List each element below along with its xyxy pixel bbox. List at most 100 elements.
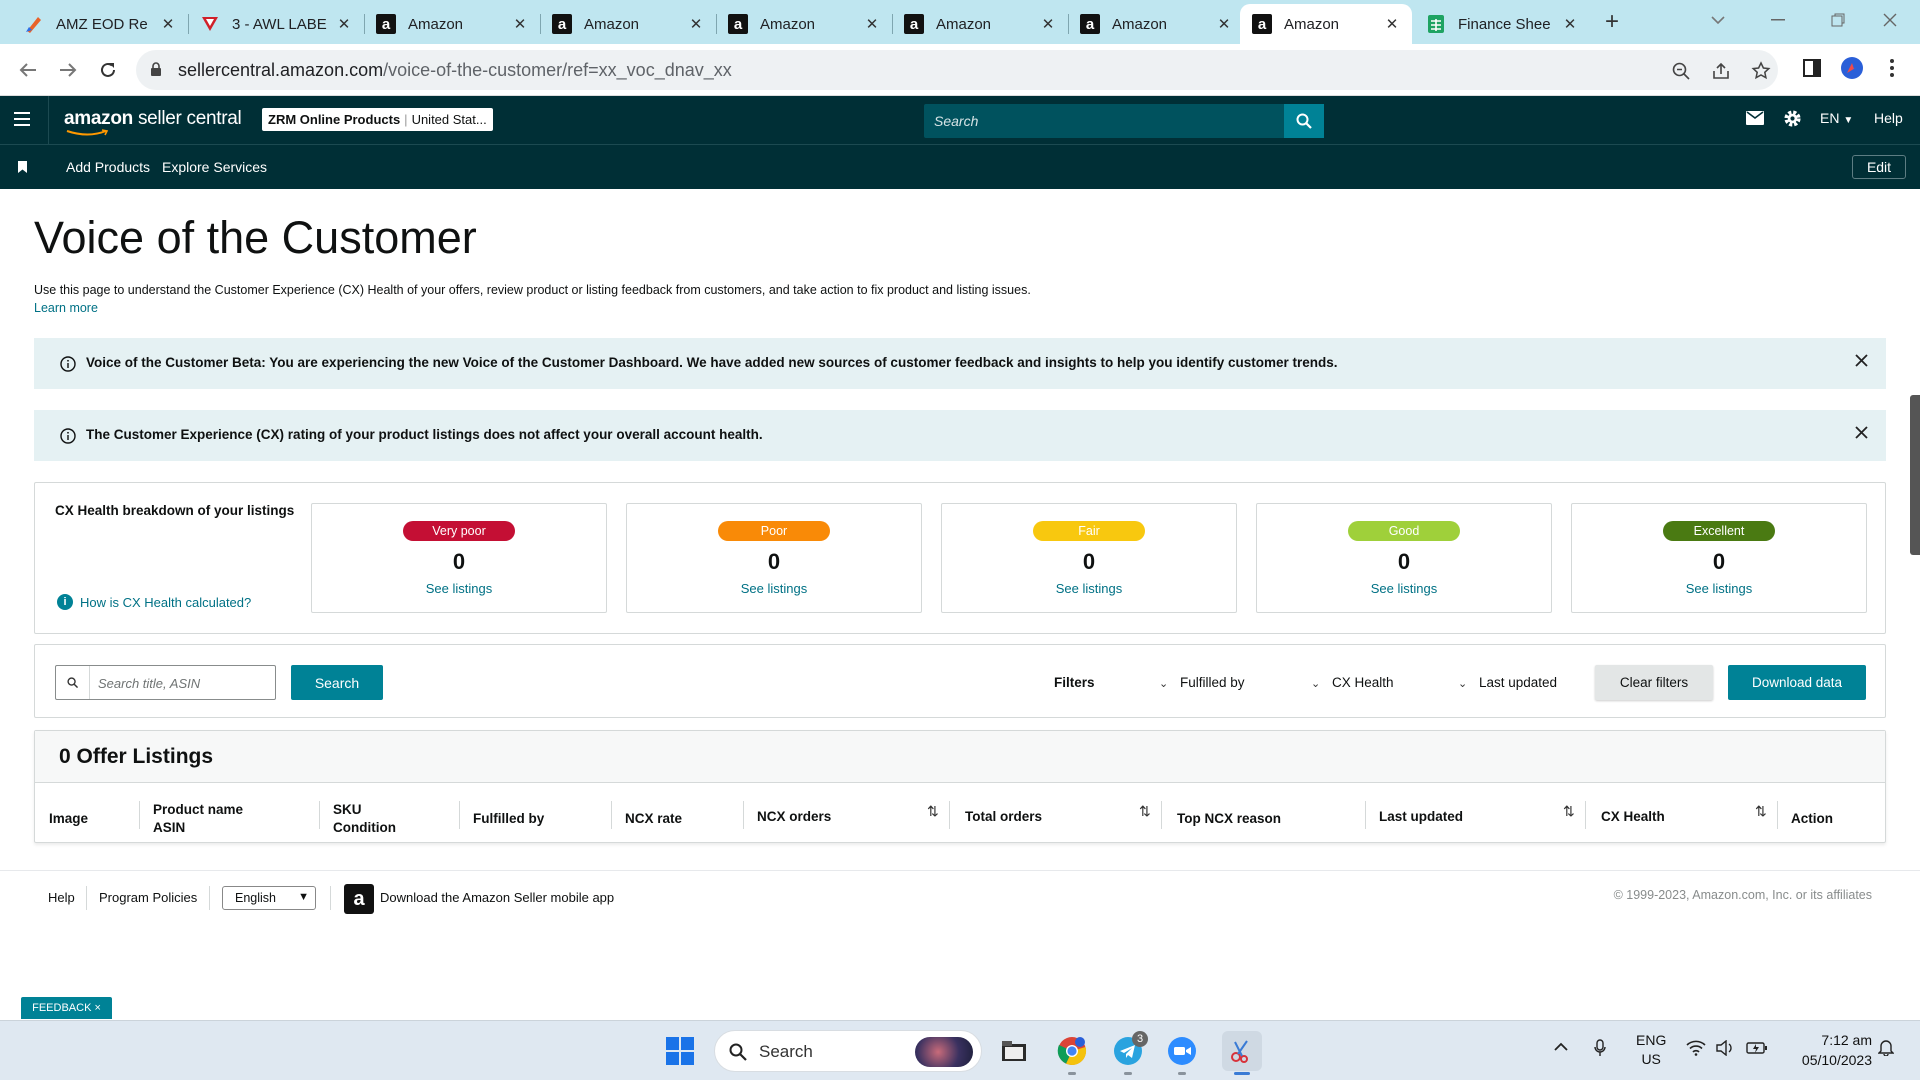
snipping-tool-icon[interactable] bbox=[1222, 1031, 1262, 1071]
see-listings-link[interactable]: See listings bbox=[1257, 581, 1551, 596]
browser-tab[interactable]: a Amazon ✕ bbox=[1068, 4, 1244, 44]
input-language[interactable]: ENG US bbox=[1636, 1031, 1666, 1069]
chevron-down-icon[interactable]: ⌄ bbox=[1458, 677, 1467, 690]
close-tab-icon[interactable]: ✕ bbox=[1216, 16, 1232, 33]
edit-nav-button[interactable]: Edit bbox=[1852, 155, 1906, 179]
nav-add-products[interactable]: Add Products bbox=[66, 159, 150, 175]
mail-icon[interactable] bbox=[1746, 111, 1764, 125]
browser-menu-icon[interactable] bbox=[1880, 56, 1904, 80]
see-listings-link[interactable]: See listings bbox=[627, 581, 921, 596]
see-listings-link[interactable]: See listings bbox=[1572, 581, 1866, 596]
sort-icon[interactable]: ⇅ bbox=[1755, 803, 1767, 820]
restore-icon[interactable] bbox=[1808, 0, 1868, 40]
tray-overflow-icon[interactable] bbox=[1554, 1042, 1568, 1052]
col-last-updated[interactable]: Last updated bbox=[1379, 808, 1463, 826]
cx-rating-info-banner: The Customer Experience (CX) rating of y… bbox=[34, 410, 1886, 461]
close-tab-icon[interactable]: ✕ bbox=[1562, 16, 1578, 33]
browser-tab[interactable]: a Amazon ✕ bbox=[716, 4, 893, 44]
browser-tab[interactable]: a Amazon ✕ bbox=[364, 4, 541, 44]
close-tab-icon[interactable]: ✕ bbox=[1040, 16, 1056, 33]
settings-gear-icon[interactable] bbox=[1783, 109, 1802, 128]
file-explorer-icon[interactable] bbox=[998, 1035, 1030, 1067]
nav-explore-services[interactable]: Explore Services bbox=[162, 159, 267, 175]
search-button[interactable]: Search bbox=[291, 665, 383, 700]
filter-cx-health[interactable]: CX Health bbox=[1332, 675, 1394, 690]
zoom-app-icon[interactable] bbox=[1166, 1035, 1198, 1067]
browser-tab[interactable]: a Amazon ✕ bbox=[540, 4, 717, 44]
col-fulfilled-by[interactable]: Fulfilled by bbox=[473, 810, 544, 828]
close-tab-icon[interactable]: ✕ bbox=[160, 16, 176, 33]
volume-icon[interactable] bbox=[1716, 1040, 1734, 1056]
zoom-icon[interactable] bbox=[1670, 60, 1692, 82]
col-top-ncx-reason[interactable]: Top NCX reason bbox=[1177, 810, 1281, 828]
header-search-input[interactable]: Search bbox=[924, 104, 1324, 138]
footer-help-link[interactable]: Help bbox=[48, 890, 75, 905]
col-total-orders[interactable]: Total orders bbox=[965, 808, 1042, 826]
chevron-down-icon[interactable]: ⌄ bbox=[1311, 677, 1320, 690]
close-tab-icon[interactable]: ✕ bbox=[1384, 16, 1400, 33]
browser-tab[interactable]: AMZ EOD Re ✕ bbox=[12, 4, 189, 44]
cx-health-how-link[interactable]: i How is CX Health calculated? bbox=[57, 594, 251, 610]
tab-search-icon[interactable] bbox=[1688, 0, 1748, 40]
lock-icon[interactable] bbox=[150, 62, 162, 77]
download-data-button[interactable]: Download data bbox=[1728, 665, 1866, 700]
browser-tab[interactable]: 3 - AWL LABE ✕ bbox=[188, 4, 365, 44]
notifications-icon[interactable] bbox=[1878, 1038, 1894, 1056]
see-listings-link[interactable]: See listings bbox=[312, 581, 606, 596]
close-banner-icon[interactable] bbox=[1855, 354, 1868, 367]
close-banner-icon[interactable] bbox=[1855, 426, 1868, 439]
amazon-seller-central-logo[interactable]: amazon seller central bbox=[64, 108, 242, 136]
filter-last-updated[interactable]: Last updated bbox=[1479, 675, 1557, 690]
store-selector[interactable]: ZRM Online Products | United Stat... bbox=[262, 108, 493, 131]
footer-language-select[interactable]: English ▼ bbox=[222, 886, 316, 910]
new-tab-icon[interactable]: + bbox=[1598, 8, 1626, 36]
help-link[interactable]: Help bbox=[1874, 110, 1903, 126]
language-selector[interactable]: EN ▼ bbox=[1820, 110, 1853, 126]
col-sku[interactable]: SKU Condition bbox=[333, 801, 396, 837]
scrollbar-thumb[interactable] bbox=[1910, 395, 1920, 555]
chrome-icon[interactable] bbox=[1056, 1035, 1088, 1067]
battery-icon[interactable] bbox=[1746, 1041, 1768, 1055]
feedback-button[interactable]: FEEDBACK × bbox=[21, 997, 112, 1019]
download-app-link[interactable]: Download the Amazon Seller mobile app bbox=[380, 890, 614, 905]
col-ncx-orders[interactable]: NCX orders bbox=[757, 808, 831, 826]
learn-more-link[interactable]: Learn more bbox=[34, 301, 98, 315]
windows-start-icon[interactable] bbox=[664, 1035, 696, 1067]
chevron-down-icon[interactable]: ⌄ bbox=[1159, 677, 1168, 690]
listing-search-input[interactable]: Search title, ASIN bbox=[55, 665, 276, 700]
close-tab-icon[interactable]: ✕ bbox=[336, 16, 352, 33]
sort-icon[interactable]: ⇅ bbox=[927, 803, 939, 820]
forward-icon[interactable] bbox=[54, 56, 82, 84]
sidepanel-icon[interactable] bbox=[1800, 56, 1824, 80]
taskbar-clock[interactable]: 7:12 am 05/10/2023 bbox=[1786, 1030, 1872, 1070]
close-tab-icon[interactable]: ✕ bbox=[512, 16, 528, 33]
browser-tab[interactable]: Finance Shee ✕ bbox=[1414, 4, 1590, 44]
browser-tab[interactable]: a Amazon ✕ bbox=[892, 4, 1069, 44]
minimize-icon[interactable] bbox=[1748, 0, 1808, 40]
close-tab-icon[interactable]: ✕ bbox=[688, 16, 704, 33]
sort-icon[interactable]: ⇅ bbox=[1563, 803, 1575, 820]
see-listings-link[interactable]: See listings bbox=[942, 581, 1236, 596]
col-ncx-rate[interactable]: NCX rate bbox=[625, 810, 682, 828]
filter-fulfilled-by[interactable]: Fulfilled by bbox=[1180, 675, 1245, 690]
back-icon[interactable] bbox=[14, 56, 42, 84]
hamburger-menu-icon[interactable] bbox=[14, 112, 30, 130]
bookmark-star-icon[interactable] bbox=[1750, 60, 1772, 82]
reload-icon[interactable] bbox=[94, 56, 122, 84]
url-bar[interactable]: sellercentral.amazon.com/voice-of-the-cu… bbox=[136, 50, 1778, 90]
close-tab-icon[interactable]: ✕ bbox=[864, 16, 880, 33]
taskbar-search[interactable]: Search bbox=[714, 1030, 982, 1072]
profile-avatar-icon[interactable] bbox=[1840, 56, 1864, 80]
search-icon[interactable] bbox=[1284, 104, 1324, 138]
bookmark-icon[interactable] bbox=[18, 161, 27, 173]
browser-tab-active[interactable]: a Amazon ✕ bbox=[1240, 4, 1412, 44]
clear-filters-button[interactable]: Clear filters bbox=[1595, 665, 1713, 700]
microphone-icon[interactable] bbox=[1594, 1039, 1606, 1057]
col-cx-health[interactable]: CX Health bbox=[1601, 808, 1665, 826]
footer-program-policies-link[interactable]: Program Policies bbox=[99, 890, 197, 905]
sort-icon[interactable]: ⇅ bbox=[1139, 803, 1151, 820]
share-icon[interactable] bbox=[1710, 60, 1732, 82]
wifi-icon[interactable] bbox=[1686, 1040, 1706, 1056]
close-window-icon[interactable] bbox=[1860, 0, 1920, 40]
col-product-name[interactable]: Product name ASIN bbox=[153, 801, 243, 837]
